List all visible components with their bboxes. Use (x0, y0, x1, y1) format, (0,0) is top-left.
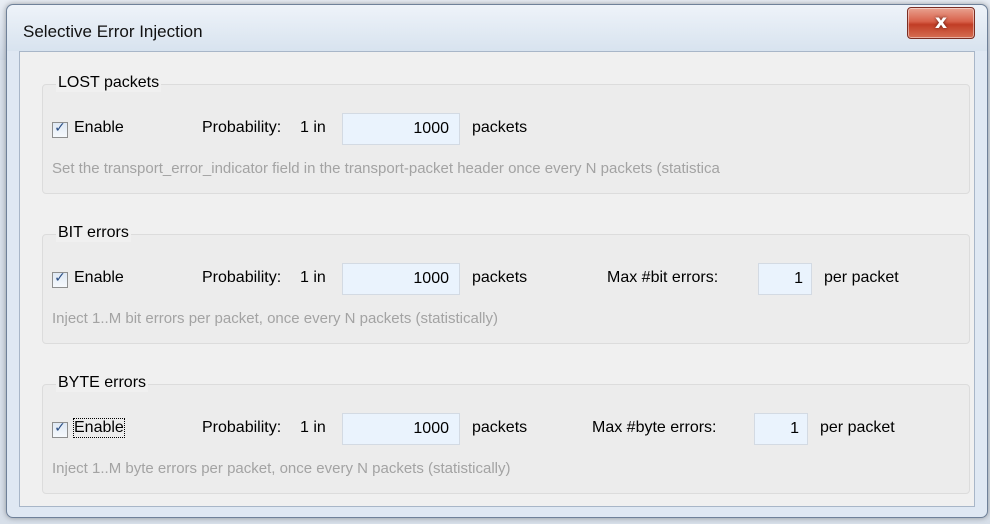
close-icon: x (934, 11, 948, 33)
byte-probability-input[interactable] (342, 413, 460, 445)
title-bar[interactable]: Selective Error Injection x (7, 5, 987, 51)
byte-errors-row: ✓ Enable Probability: 1 in packets Max #… (52, 413, 952, 446)
byte-one-in-label: 1 in (300, 419, 326, 436)
bit-one-in-label: 1 in (300, 269, 326, 286)
max-bit-errors-label: Max #bit errors: (607, 269, 719, 286)
bit-errors-row: ✓ Enable Probability: 1 in packets Max #… (52, 263, 952, 296)
check-mark-icon: ✓ (54, 420, 66, 436)
lost-probability-input[interactable] (342, 113, 460, 145)
max-bit-errors-input[interactable] (758, 263, 812, 295)
check-mark-icon: ✓ (54, 270, 66, 286)
dialog-title: Selective Error Injection (23, 22, 203, 41)
bit-description: Inject 1..M bit errors per packet, once … (52, 310, 498, 327)
dialog-content: LOST packets ✓ Enable Probability: 1 in … (19, 51, 975, 507)
byte-probability-label: Probability: (202, 419, 282, 436)
bit-probability-label: Probability: (202, 269, 282, 286)
close-button[interactable]: x (907, 7, 975, 39)
bit-errors-label: BIT errors (56, 224, 131, 242)
lost-probability-label: Probability: (202, 119, 282, 136)
bit-probability-input[interactable] (342, 263, 460, 295)
max-byte-errors-label: Max #byte errors: (592, 419, 717, 436)
check-mark-icon: ✓ (54, 120, 66, 136)
byte-packets-unit-label: packets (472, 419, 528, 436)
byte-description: Inject 1..M byte errors per packet, once… (52, 460, 511, 477)
bit-enable-checkbox[interactable]: ✓ (52, 270, 68, 288)
lost-packets-label: LOST packets (56, 74, 162, 92)
lost-enable-label[interactable]: Enable (74, 119, 124, 137)
byte-enable-checkbox[interactable]: ✓ (52, 420, 68, 438)
byte-per-packet-label: per packet (820, 419, 895, 436)
selective-error-injection-dialog: Selective Error Injection x LOST packets… (6, 4, 988, 518)
lost-enable-checkbox[interactable]: ✓ (52, 120, 68, 138)
max-byte-errors-input[interactable] (754, 413, 808, 445)
bit-enable-label[interactable]: Enable (74, 269, 124, 287)
byte-enable-label[interactable]: Enable (73, 418, 125, 438)
bit-packets-unit-label: packets (472, 269, 528, 286)
lost-one-in-label: 1 in (300, 119, 326, 136)
byte-errors-label: BYTE errors (56, 374, 149, 392)
lost-packets-unit-label: packets (472, 119, 528, 136)
bit-per-packet-label: per packet (824, 269, 899, 286)
lost-packets-row: ✓ Enable Probability: 1 in packets (52, 113, 952, 146)
lost-description: Set the transport_error_indicator field … (52, 160, 720, 177)
